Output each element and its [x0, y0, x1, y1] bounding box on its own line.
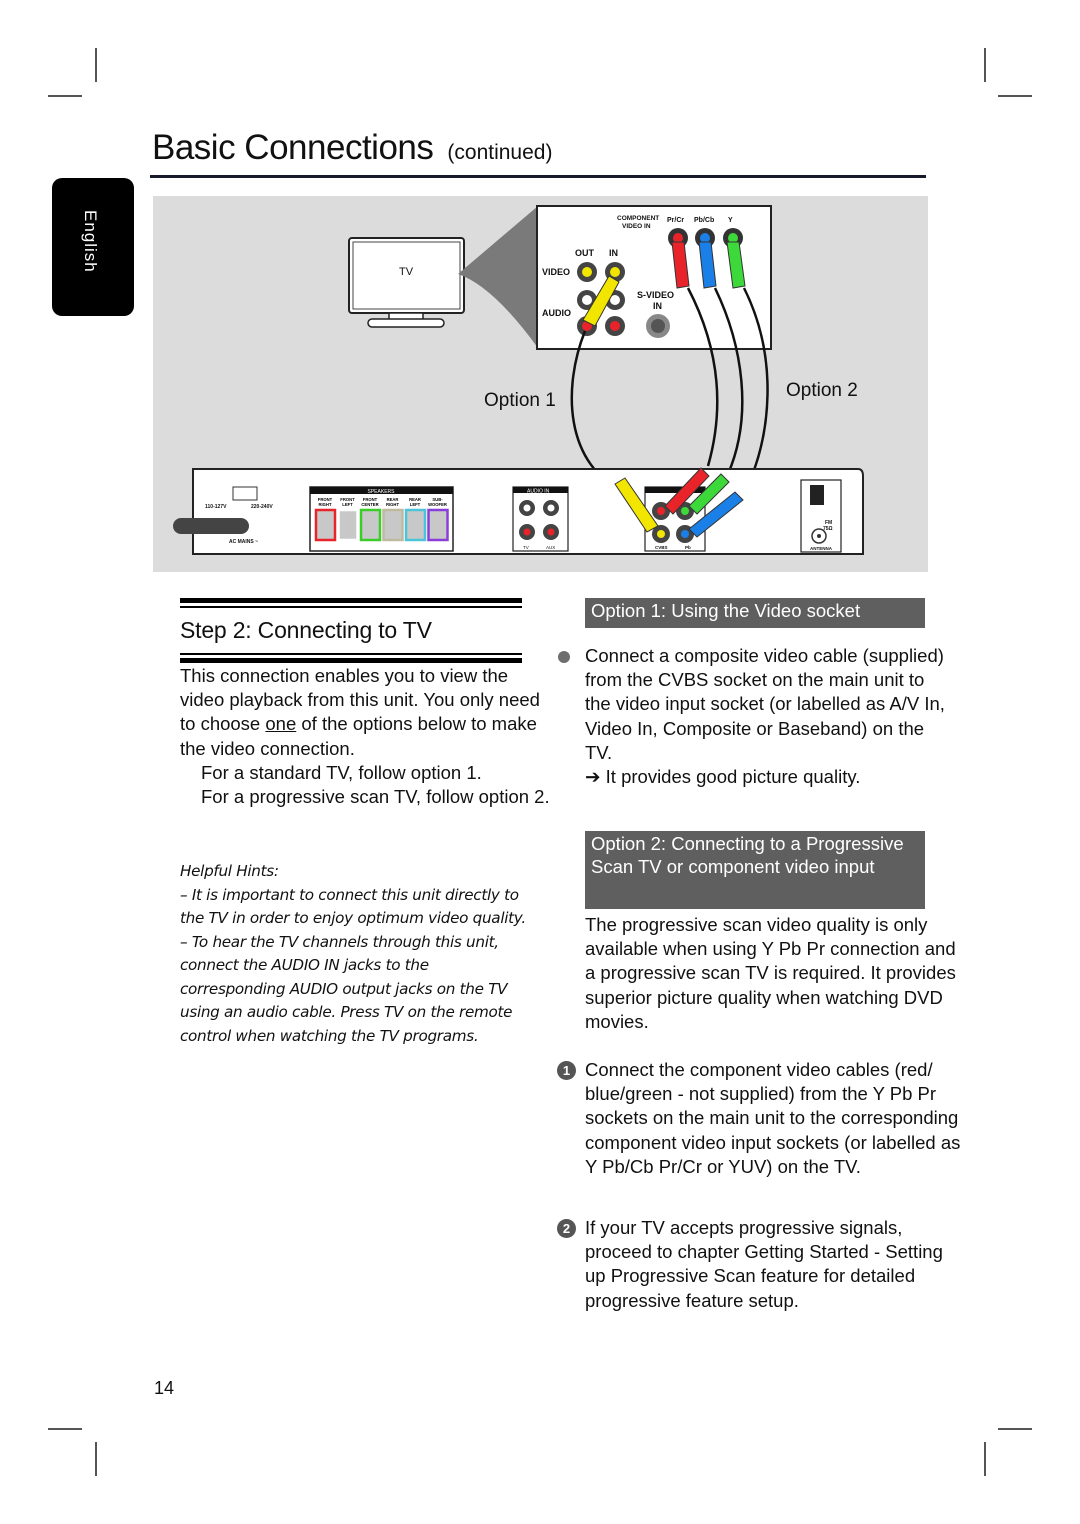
pb-socket-label: Pb: [685, 545, 691, 550]
speaker-terminal: [359, 508, 382, 542]
option-2-intro: The progressive scan video quality is on…: [585, 914, 956, 1032]
in-label: IN: [609, 248, 618, 258]
tv-icon: TV: [348, 237, 465, 328]
crop-mark: [95, 1442, 97, 1476]
speaker-label: RIGHT: [386, 502, 399, 507]
antenna-label: ANTENNA: [810, 546, 833, 551]
helpful-hints: Helpful Hints: – It is important to conn…: [180, 860, 530, 1048]
step-number-2-icon: 2: [557, 1219, 576, 1238]
speaker-terminal: [404, 508, 427, 542]
option-1-label: Option 1: [484, 390, 556, 411]
speaker-terminal: [427, 508, 449, 542]
tv-label: TV: [399, 266, 414, 278]
title-rule: [150, 175, 926, 178]
speaker-label: RIGHT: [318, 502, 331, 507]
intro-progressive-text: For a progressive scan TV, follow option…: [201, 786, 550, 808]
cvbs-label: CVBS: [655, 545, 668, 550]
page-title-text: Basic Connections: [152, 128, 434, 167]
speakers-header: SPEAKERS: [368, 489, 396, 495]
crop-mark: [95, 48, 97, 82]
out-label: OUT: [575, 248, 595, 258]
hints-heading: Helpful Hints:: [180, 862, 279, 880]
audio-aux-label: AUX: [546, 545, 555, 550]
voltage-label: 220-240V: [251, 504, 273, 510]
ac-mains-label: AC MAINS ~: [229, 539, 258, 545]
speaker-terminal: [337, 508, 359, 542]
speaker-terminal: [314, 508, 337, 542]
audio-label: AUDIO: [542, 308, 571, 318]
step-title: Step 2: Connecting to TV: [180, 617, 432, 643]
language-tab-label: English: [81, 210, 100, 273]
hint-item: – To hear the TV channels through this u…: [180, 932, 513, 1045]
intro-standard-tv: For a standard TV, follow option 1.: [201, 761, 482, 783]
step-heading: Step 2: Connecting to TV: [180, 598, 522, 663]
speaker-label: LEFT: [342, 502, 353, 507]
page-number: 14: [154, 1378, 175, 1398]
option-1-result-text: It provides good picture quality.: [605, 766, 861, 787]
speaker-label: CENTER: [361, 502, 378, 507]
crop-mark: [998, 95, 1032, 97]
crop-mark: [998, 1428, 1032, 1430]
audio-in-header: AUDIO IN: [527, 489, 550, 495]
pr-label: Pr/Cr: [667, 217, 684, 224]
intro-emphasis: one: [265, 713, 297, 735]
crop-mark: [984, 48, 986, 82]
crop-mark: [48, 95, 82, 97]
voltage-label: 110-127V: [205, 504, 227, 510]
speaker-label: WOOFER: [428, 502, 447, 507]
speaker-label: LEFT: [410, 502, 421, 507]
connection-diagram: TV COMPONENT VIDEO IN Pr/Cr Pb/Cb Y OUT …: [153, 196, 928, 572]
svideo-label: IN: [653, 301, 662, 311]
option-2-label: Option 2: [786, 380, 858, 401]
intro-progressive-tv: For a progressive scan TV, follow option…: [180, 785, 550, 809]
pb-label: Pb/Cb: [694, 217, 714, 224]
video-label: VIDEO: [542, 267, 570, 277]
page-title-suffix: (continued): [447, 141, 553, 164]
language-tab: English: [52, 178, 134, 316]
component-label: COMPONENT: [617, 215, 659, 222]
arrow-icon: ➔: [585, 766, 601, 787]
bullet-icon: [558, 651, 570, 663]
option-2-heading: Option 2: Connecting to a Progressive Sc…: [585, 831, 925, 909]
audio-tv-label: TV: [523, 545, 529, 550]
zoom-callout: [458, 206, 538, 348]
option-1-result: ➔ It provides good picture quality.: [585, 765, 955, 789]
y-label: Y: [728, 217, 733, 224]
crop-mark: [48, 1428, 82, 1430]
option-1-heading: Option 1: Using the Video socket: [585, 598, 925, 628]
step-intro: This connection enables you to view the …: [180, 664, 550, 809]
option-2-step-1: Connect the component video cables (red/…: [585, 1059, 961, 1177]
option-2-step-2: If your TV accepts progressive signals, …: [585, 1217, 943, 1311]
option-1-instruction: Connect a composite video cable (supplie…: [585, 645, 945, 763]
unit-back-panel: 110-127V 220-240V AC MAINS ~ SPEAKERS FR…: [173, 467, 864, 555]
component-label: VIDEO IN: [622, 223, 651, 230]
tv-back-panel: COMPONENT VIDEO IN Pr/Cr Pb/Cb Y OUT IN …: [536, 205, 772, 350]
svideo-label: S-VIDEO: [637, 290, 674, 300]
speaker-terminal: [382, 508, 404, 542]
crop-mark: [984, 1442, 986, 1476]
hint-item: – It is important to connect this unit d…: [180, 885, 526, 928]
page-title: Basic Connections (continued): [152, 128, 552, 168]
power-cord: [173, 518, 249, 534]
step-number-1-icon: 1: [557, 1061, 576, 1080]
component-plugs: [671, 241, 746, 289]
